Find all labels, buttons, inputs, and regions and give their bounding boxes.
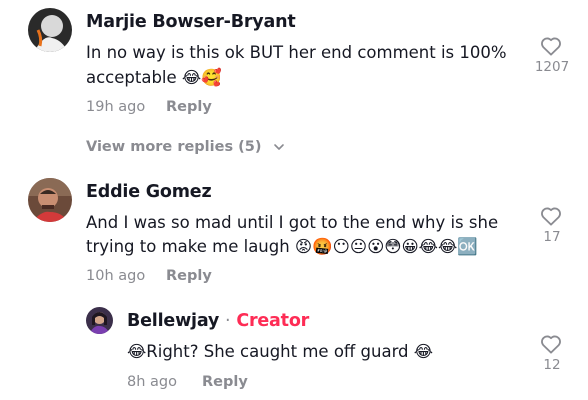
heart-outline-icon[interactable] xyxy=(540,334,562,354)
view-more-replies-button[interactable]: View more replies (5) xyxy=(86,139,285,155)
like-count: 17 xyxy=(543,229,561,245)
like-count: 1207 xyxy=(534,59,570,75)
reply-author-line: Bellewjay · Creator xyxy=(127,311,309,331)
avatar[interactable] xyxy=(28,8,72,52)
comment-author[interactable]: Marjie Bowser-Bryant xyxy=(86,12,296,32)
creator-badge: Creator xyxy=(236,311,310,331)
heart-outline-icon[interactable] xyxy=(540,36,562,56)
comment-timestamp: 19h ago xyxy=(86,99,146,115)
like-count: 12 xyxy=(543,357,561,373)
chevron-down-icon xyxy=(273,144,284,150)
reply-button[interactable]: Reply xyxy=(166,99,212,115)
avatar[interactable] xyxy=(86,307,113,334)
comment-text-line-1: And I was so mad until I got to the end … xyxy=(86,213,499,232)
reply-text: 😂Right? She caught me off guard 😂 xyxy=(127,342,434,361)
avatar[interactable] xyxy=(28,178,72,222)
separator-dot: · xyxy=(225,311,231,331)
comment-text-line-1: In no way is this ok BUT her end comment… xyxy=(86,43,507,62)
comment-text-line-2: acceptable 😂🥰 xyxy=(86,68,222,87)
heart-outline-icon[interactable] xyxy=(540,206,562,226)
reply-button[interactable]: Reply xyxy=(202,374,248,390)
comment-text-line-2: trying to make me laugh 😡🤬😶😐😮😳😀😂😂🆗 xyxy=(86,237,478,256)
reply-button[interactable]: Reply xyxy=(166,268,212,284)
view-more-replies-label: View more replies (5) xyxy=(86,139,262,155)
comment-timestamp: 10h ago xyxy=(86,268,146,284)
comment-author[interactable]: Eddie Gomez xyxy=(86,182,212,202)
reply-timestamp: 8h ago xyxy=(127,374,177,390)
reply-author[interactable]: Bellewjay xyxy=(127,311,219,331)
